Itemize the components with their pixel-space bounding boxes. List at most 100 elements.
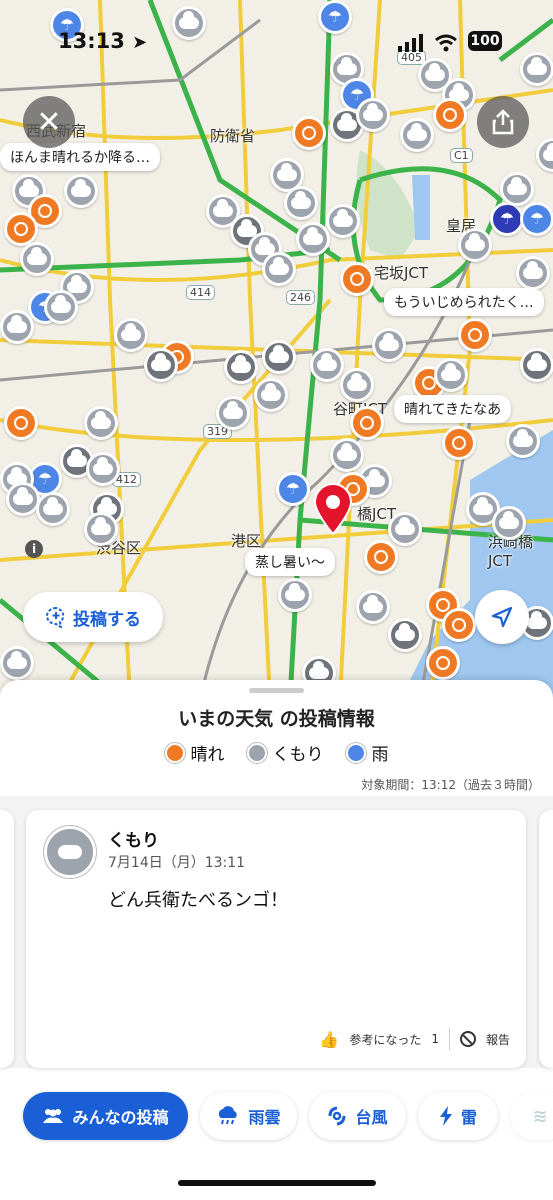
cloud-pin[interactable] [400, 118, 434, 152]
cloud-icon [543, 143, 553, 161]
umbrella-icon: ☂ [499, 209, 515, 228]
cloud-pin[interactable] [224, 350, 258, 384]
selected-location-pin[interactable] [313, 483, 353, 535]
cloud-icon [51, 295, 71, 313]
close-button[interactable]: ✕ [23, 96, 75, 148]
cloud-icon [277, 163, 297, 181]
home-indicator [178, 1180, 376, 1186]
cloud-pin[interactable] [64, 174, 98, 208]
helpful-label[interactable]: 参考になった [349, 1031, 421, 1048]
cloud-pin[interactable] [6, 482, 40, 516]
cloud-pin[interactable] [278, 578, 312, 612]
rain-pin[interactable]: ☂ [276, 472, 310, 506]
cloud-pin[interactable] [84, 512, 118, 546]
post-button[interactable]: 投稿する [23, 592, 163, 642]
info-icon[interactable]: i [25, 540, 43, 558]
cloud-pin[interactable] [20, 242, 54, 276]
cloud-icon [523, 261, 543, 279]
sun-pin[interactable] [433, 98, 467, 132]
sun-pin[interactable] [292, 116, 326, 150]
thumbs-up-icon[interactable]: 👍 [319, 1030, 339, 1049]
cloud-pin[interactable] [516, 256, 550, 290]
cloud-pin[interactable] [388, 512, 422, 546]
sun-pin[interactable] [364, 540, 398, 574]
cellular-signal-icon [398, 34, 423, 52]
bottom-sheet[interactable]: いまの天気 の投稿情報 晴れ くもり 雨 対象期間：13:12（過去３時間） く… [0, 680, 553, 1200]
cloud-pin[interactable] [500, 172, 534, 206]
cloud-pin[interactable] [254, 378, 288, 412]
sheet-handle[interactable] [249, 688, 304, 693]
cloud-icon [527, 353, 547, 371]
cloud-pin[interactable] [284, 186, 318, 220]
cloud-pin[interactable] [262, 340, 296, 374]
sun-pin[interactable] [442, 608, 476, 642]
cloud-pin[interactable] [0, 646, 34, 680]
share-button[interactable] [477, 96, 529, 148]
comment-bubble[interactable]: 晴れてきたなあ [394, 395, 512, 423]
rain-pin[interactable]: ☂ [520, 202, 553, 236]
category-tabs[interactable]: みんなの投稿 雨雲 台風 雷 ≋ [0, 1090, 553, 1150]
sun-pin[interactable] [350, 406, 384, 440]
cloud-icon [151, 353, 171, 371]
report-icon[interactable] [459, 1031, 476, 1047]
report-label[interactable]: 報告 [486, 1031, 510, 1048]
cloud-pin[interactable] [262, 252, 296, 286]
sun-icon [443, 108, 457, 122]
cloud-pin[interactable] [310, 348, 344, 382]
comment-bubble[interactable]: ほんま晴れるか降る… [0, 143, 160, 171]
sun-pin[interactable] [340, 262, 374, 296]
weather-map[interactable]: 西武新宿 防衛省 皇居 港区 渋谷区 405 C1 414 246 319 41… [0, 0, 553, 700]
cloud-pin[interactable] [86, 452, 120, 486]
post-actions: 👍 参考になった 1 報告 [319, 1028, 510, 1050]
tab-rain-cloud[interactable]: 雨雲 [200, 1092, 297, 1140]
sun-pin[interactable] [458, 318, 492, 352]
cloud-pin[interactable] [44, 290, 78, 324]
sun-icon [164, 742, 185, 763]
cloud-pin[interactable] [144, 348, 178, 382]
cloud-pin[interactable] [388, 618, 422, 652]
comment-bubble[interactable]: 蒸し暑い〜 [245, 548, 335, 576]
cloud-pin[interactable] [326, 204, 360, 238]
rain-pin[interactable]: ☂ [490, 202, 524, 236]
post-date: 7月14日（月）13:11 [108, 855, 246, 871]
legend-label: 雨 [371, 745, 389, 765]
cloud-pin[interactable] [372, 328, 406, 362]
cloud-icon [58, 845, 82, 859]
cloud-pin[interactable] [296, 222, 330, 256]
tab-typhoon[interactable]: 台風 [309, 1092, 406, 1140]
typhoon-icon [328, 1106, 346, 1126]
cloud-pin[interactable] [356, 98, 390, 132]
sun-pin[interactable] [426, 646, 460, 680]
sun-pin[interactable] [442, 426, 476, 460]
post-card[interactable]: くもり 7月14日（月）13:11 どん兵衛たべるンゴ！ 👍 参考になった 1 … [26, 810, 526, 1068]
cloud-pin[interactable] [506, 424, 540, 458]
cloud-pin[interactable] [216, 396, 250, 430]
cloud-pin[interactable] [36, 492, 70, 526]
cloud-pin[interactable] [458, 228, 492, 262]
cloud-pin[interactable] [520, 348, 553, 382]
tab-wind[interactable]: ≋ [510, 1092, 553, 1140]
post-feed[interactable]: くもり 7月14日（月）13:11 どん兵衛たべるンゴ！ 👍 参考になった 1 … [0, 796, 553, 1068]
cloud-icon [337, 443, 357, 461]
sun-pin[interactable] [4, 406, 38, 440]
cloud-icon [7, 651, 27, 669]
cloud-icon [67, 449, 87, 467]
target-period: 対象期間：13:12（過去３時間） [361, 778, 540, 792]
tab-everyone-posts[interactable]: みんなの投稿 [23, 1092, 188, 1140]
cloud-pin[interactable] [330, 438, 364, 472]
cloud-pin[interactable] [0, 310, 34, 344]
cloud-pin[interactable] [434, 358, 468, 392]
sun-pin[interactable] [4, 212, 38, 246]
cloud-pin[interactable] [84, 406, 118, 440]
next-post-card[interactable] [539, 810, 553, 1068]
cloud-pin[interactable] [340, 368, 374, 402]
cloud-pin[interactable] [492, 506, 526, 540]
cloud-pin[interactable] [356, 590, 390, 624]
previous-post-card[interactable] [0, 810, 14, 1068]
comment-bubble[interactable]: もういじめられたく… [384, 288, 544, 316]
cloud-icon [246, 742, 267, 763]
legend-item-cloudy: くもり [246, 740, 324, 765]
cloud-pin[interactable] [114, 318, 148, 352]
tab-lightning[interactable]: 雷 [418, 1092, 498, 1140]
current-location-button[interactable] [475, 590, 529, 644]
